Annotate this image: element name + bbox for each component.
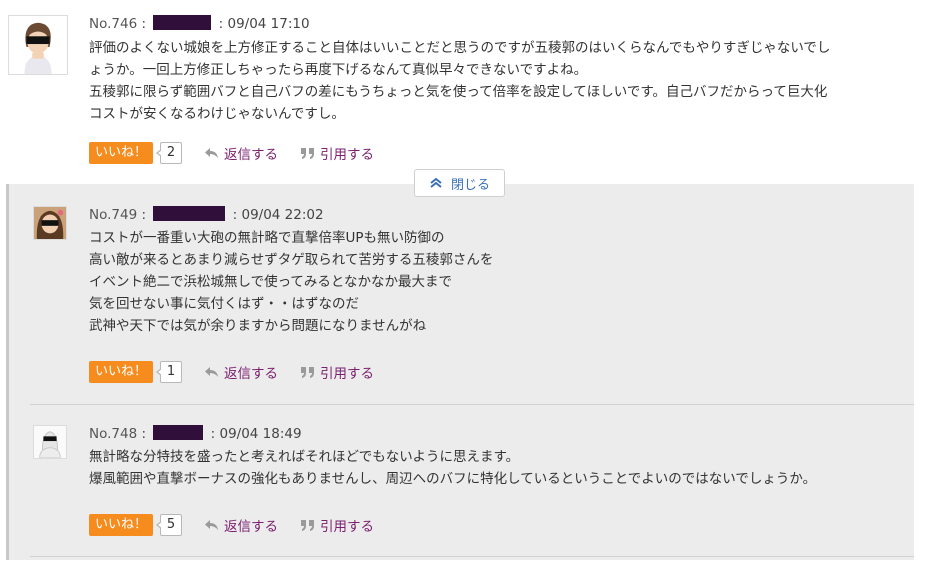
redacted-username	[153, 425, 204, 440]
user-avatar-image	[9, 16, 67, 74]
comment-number: No.749	[89, 207, 138, 223]
avatar[interactable]	[33, 425, 67, 459]
like-count: 5	[156, 514, 183, 536]
close-thread-button[interactable]: 閉じる	[414, 169, 505, 197]
quote-button[interactable]: 引用する	[300, 143, 374, 163]
quote-label: 引用する	[320, 147, 375, 163]
separator: :	[141, 207, 147, 223]
comment-number: No.746	[89, 16, 138, 32]
reply-button[interactable]: 返信する	[204, 143, 278, 163]
comment-datetime: : 09/04 22:02	[232, 207, 324, 223]
redacted-username	[153, 206, 226, 221]
comment-divider	[30, 404, 914, 405]
comment-body: 無計略な分特技を盛ったと考えればそれほどでもないように思えます。 爆風範囲や直撃…	[89, 446, 816, 490]
comment-line: イベント絶二で浜松城無しで使ってみるとなかなか最大まで	[89, 274, 453, 290]
quote-icon	[301, 520, 315, 531]
comment-actions: いいね！ 2 返信する 引用する	[89, 141, 374, 165]
like-count: 1	[156, 361, 183, 383]
quote-button[interactable]: 引用する	[300, 362, 374, 382]
quote-button[interactable]: 引用する	[300, 515, 374, 535]
separator: :	[141, 426, 147, 442]
comment-line: 評価のよくない城娘を上方修正すること自体はいいことだと思うのですが五稜郭のはいく…	[89, 40, 831, 56]
chevron-up-double-icon	[430, 177, 442, 188]
close-label: 閉じる	[450, 177, 490, 193]
reply-arrow-icon	[205, 148, 219, 158]
comment-datetime: : 09/04 18:49	[210, 426, 302, 442]
comment-body: コストが一番重い大砲の無計略で直撃倍率UPも無い防御の 高い敵が来るとあまり減ら…	[89, 227, 493, 337]
like-button[interactable]: いいね！	[89, 361, 154, 383]
reply-label: 返信する	[224, 147, 279, 163]
avatar[interactable]	[33, 206, 67, 240]
comment-number: No.748	[89, 426, 138, 442]
like-count: 2	[156, 142, 183, 164]
comment-line: 五稜郭に限らず範囲バフと自己バフの差にもうちょっと気を使って倍率を設定してほしい…	[89, 84, 828, 100]
comment-line: コストが安くなるわけじゃないんですし。	[89, 106, 345, 122]
comment-body: 評価のよくない城娘を上方修正すること自体はいいことだと思うのですが五稜郭のはいく…	[89, 37, 830, 125]
comment-line: コストが一番重い大砲の無計略で直撃倍率UPも無い防御の	[89, 230, 445, 246]
user-avatar-image	[34, 426, 66, 458]
comment-meta: No.749 : : 09/04 22:02	[89, 206, 324, 224]
comment-meta: No.746 : : 09/04 17:10	[89, 15, 310, 33]
quote-label: 引用する	[320, 519, 375, 535]
like-button[interactable]: いいね！	[89, 514, 154, 536]
comment-line: 武神や天下では気が余りますから問題になりませんがね	[89, 318, 427, 334]
quote-icon	[301, 367, 315, 378]
like-button[interactable]: いいね！	[89, 142, 154, 164]
comment-divider	[30, 556, 914, 557]
separator: :	[141, 16, 147, 32]
comment-line: ょうか。一回上方修正しちゃったら再度下げるなんて真似早々できないですよね。	[89, 62, 588, 78]
redacted-username	[153, 15, 212, 30]
reply-button[interactable]: 返信する	[204, 515, 278, 535]
comment-actions: いいね！ 5 返信する 引用する	[89, 513, 374, 537]
reply-label: 返信する	[224, 366, 279, 382]
comment-line: 爆風範囲や直撃ボーナスの強化もありませんし、周辺へのバフに特化しているということ…	[89, 471, 817, 487]
avatar[interactable]	[8, 15, 68, 75]
user-avatar-image	[34, 207, 66, 239]
quote-label: 引用する	[320, 366, 375, 382]
comment-line: 高い敵が来るとあまり減らせずタゲ取られて苦労する五稜郭さんを	[89, 252, 494, 268]
comment-datetime: : 09/04 17:10	[218, 16, 310, 32]
comment-actions: いいね！ 1 返信する 引用する	[89, 360, 374, 384]
quote-icon	[301, 148, 315, 159]
comment-line: 無計略な分特技を盛ったと考えればそれほどでもないように思えます。	[89, 449, 520, 465]
reply-button[interactable]: 返信する	[204, 362, 278, 382]
reply-arrow-icon	[205, 520, 219, 530]
reply-label: 返信する	[224, 519, 279, 535]
reply-arrow-icon	[205, 367, 219, 377]
comment-line: 気を回せない事に気付くはず・・はずなのだ	[89, 296, 359, 312]
comment-meta: No.748 : : 09/04 18:49	[89, 425, 302, 443]
